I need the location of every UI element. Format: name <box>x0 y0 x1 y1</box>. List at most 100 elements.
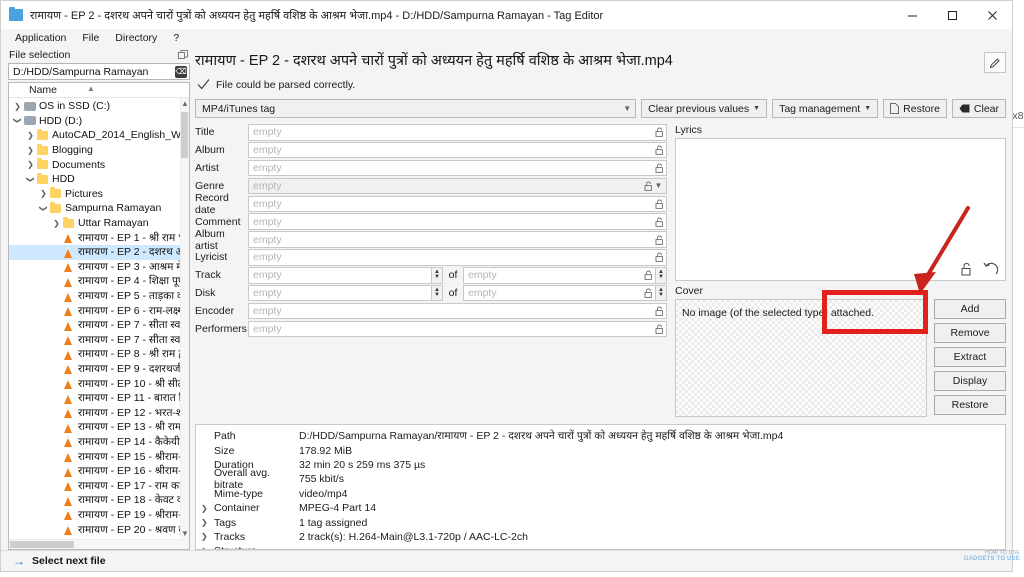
tree-item[interactable]: रामायण - EP 10 - श्री सीता-: <box>9 376 189 391</box>
tree-item[interactable]: रामायण - EP 20 - श्रवण कुम <box>9 522 189 537</box>
lyrics-textarea[interactable] <box>675 138 1006 281</box>
float-panel-icon[interactable] <box>178 50 188 60</box>
close-button[interactable] <box>972 1 1012 29</box>
lock-open-icon[interactable] <box>643 181 653 191</box>
lock-open-icon[interactable] <box>654 252 664 263</box>
tree-item[interactable]: ❯ AutoCAD_2014_English_Win_64b <box>9 128 189 143</box>
tree-item[interactable]: ❯ Uttar Ramayan <box>9 216 189 231</box>
tree-item[interactable]: रामायण - EP 19 - श्रीराम-वा <box>9 508 189 523</box>
tree-item[interactable]: रामायण - EP 3 - आश्रम में र <box>9 260 189 275</box>
tree-item[interactable]: रामायण - EP 12 - भरत-शत्रु <box>9 405 189 420</box>
tree-item[interactable]: रामायण - EP 18 - केवट का <box>9 493 189 508</box>
chevron-right-icon[interactable]: ❯ <box>51 219 62 228</box>
restore-button[interactable]: Restore <box>883 99 947 118</box>
tree-item[interactable]: ❯ OS in SSD (C:) <box>9 99 189 114</box>
chevron-down-icon[interactable]: ❯ <box>26 174 35 185</box>
edit-title-button[interactable] <box>984 52 1006 73</box>
clear-previous-values-button[interactable]: Clear previous values ▼ <box>641 99 768 118</box>
disk-total-stepper[interactable]: ▲ ▼ <box>656 284 667 302</box>
chevron-right-icon[interactable]: ❯ <box>12 102 23 111</box>
field-input-comment[interactable]: empty <box>248 213 667 230</box>
info-row[interactable]: ❯ Tags 1 tag assigned <box>196 515 1005 529</box>
tree-item[interactable]: रामायण - EP 1 - श्री राम भग <box>9 230 189 245</box>
lock-open-icon[interactable] <box>654 145 664 156</box>
cover-remove-button[interactable]: Remove <box>934 323 1006 343</box>
lock-open-icon[interactable] <box>654 217 664 227</box>
tag-type-select[interactable]: MP4/iTunes tag ▼ <box>195 99 637 118</box>
title-bar[interactable]: रामायण - EP 2 - दशरथ अपने चारों पुत्रों … <box>1 1 1012 29</box>
tree-item[interactable]: ❯ Sampurna Ramayan <box>9 201 189 216</box>
cover-restore-button[interactable]: Restore <box>934 395 1006 415</box>
tree-item[interactable]: रामायण - EP 13 - श्री राम के <box>9 420 189 435</box>
info-row[interactable]: ❯ Tracks 2 track(s): H.264-Main@L3.1-720p … <box>196 530 1005 544</box>
clear-path-icon[interactable]: ⌫ <box>175 65 187 78</box>
chevron-right-icon[interactable]: ❯ <box>201 518 214 527</box>
tree-item[interactable]: रामायण - EP 14 - कैकेयी क <box>9 435 189 450</box>
tree-vertical-scrollbar[interactable]: ▲ ▼ <box>180 98 189 539</box>
tree-item[interactable]: रामायण - EP 7 - सीता स्वयंव <box>9 333 189 348</box>
cover-extract-button[interactable]: Extract <box>934 347 1006 367</box>
tree-item[interactable]: रामायण - EP 7 - सीता स्वयंव <box>9 318 189 333</box>
tree-item[interactable]: ❯ HDD (D:) <box>9 114 189 129</box>
disk-number-stepper[interactable]: ▲ ▼ <box>432 284 443 302</box>
lock-open-icon[interactable] <box>960 262 973 276</box>
maximize-button[interactable] <box>932 1 972 29</box>
path-input[interactable]: D:/HDD/Sampurna Ramayan <box>13 66 175 78</box>
tree-item[interactable]: रामायण - EP 17 - राम का शृं <box>9 478 189 493</box>
field-input-lyricist[interactable]: empty <box>248 249 667 266</box>
path-input-bar[interactable]: D:/HDD/Sampurna Ramayan ⌫ <box>8 63 190 80</box>
tree-item[interactable]: रामायण - EP 11 - बारात वि <box>9 391 189 406</box>
track-number-stepper[interactable]: ▲ ▼ <box>432 267 443 284</box>
chevron-right-icon[interactable]: ❯ <box>201 504 214 513</box>
tree-item[interactable]: ❯ Documents <box>9 157 189 172</box>
scroll-down-icon[interactable]: ▼ <box>181 529 189 538</box>
field-input-performers[interactable]: empty <box>248 320 667 338</box>
field-input-disk-number[interactable]: empty <box>248 284 432 302</box>
tree-item[interactable]: रामायण - EP 8 - श्री राम द्वार <box>9 347 189 362</box>
lock-open-icon[interactable] <box>654 235 664 245</box>
minimize-button[interactable] <box>892 1 932 29</box>
chevron-right-icon[interactable]: ❯ <box>25 146 36 155</box>
lock-open-icon[interactable] <box>643 288 653 299</box>
track-total-stepper[interactable]: ▲ ▼ <box>656 267 667 284</box>
tree-item[interactable]: रामायण - EP 2 - दशरथ अप <box>9 244 189 260</box>
field-input-album[interactable]: empty <box>248 141 667 159</box>
field-input-album-artist[interactable]: empty <box>248 231 667 248</box>
select-next-file-button[interactable]: Select next file <box>32 555 106 567</box>
menu-item-directory[interactable]: Directory <box>108 31 166 45</box>
clear-button[interactable]: Clear <box>951 99 1006 118</box>
cover-preview[interactable]: No image (of the selected type) attached… <box>675 299 927 417</box>
chevron-down-icon[interactable]: ▼ <box>653 181 664 190</box>
undo-icon[interactable] <box>983 262 998 276</box>
tree-scrollbar-thumb[interactable] <box>181 112 188 158</box>
file-tree[interactable]: ❯ OS in SSD (C:) ❯ HDD (D:) ❯ AutoCAD_2014_En… <box>9 98 189 539</box>
file-info-panel[interactable]: Path D:/HDD/Sampurna Ramayan/रामायण - EP … <box>195 424 1006 550</box>
menu-item-application[interactable]: Application <box>8 31 75 45</box>
tree-horizontal-scrollbar[interactable] <box>9 539 189 549</box>
chevron-right-icon[interactable]: ❯ <box>38 189 49 198</box>
chevron-right-icon[interactable]: ❯ <box>201 532 214 541</box>
field-input-genre[interactable]: empty ▼ <box>248 177 667 195</box>
lock-open-icon[interactable] <box>654 306 664 316</box>
chevron-down-icon[interactable]: ❯ <box>39 203 48 214</box>
lock-open-icon[interactable] <box>654 324 664 334</box>
chevron-right-icon[interactable]: ❯ <box>25 160 36 169</box>
lock-open-icon[interactable] <box>643 270 653 281</box>
lock-open-icon[interactable] <box>654 199 664 209</box>
field-input-record-date[interactable]: empty <box>248 195 667 213</box>
field-input-artist[interactable]: empty <box>248 159 667 177</box>
tree-item[interactable]: रामायण - EP 16 - श्रीराम-सी <box>9 464 189 479</box>
field-input-title[interactable]: empty <box>248 124 667 141</box>
tree-item[interactable]: ❯ Pictures <box>9 187 189 202</box>
tree-item[interactable]: रामायण - EP 5 - ताड़का वध <box>9 289 189 304</box>
tree-hscrollbar-thumb[interactable] <box>10 541 74 548</box>
tree-item[interactable]: रामायण - EP 6 - राम-लक्ष्मण <box>9 303 189 318</box>
cover-add-button[interactable]: Add <box>934 299 1006 319</box>
field-input-track-number[interactable]: empty <box>248 267 432 284</box>
info-row[interactable]: ❯ Container MPEG-4 Part 14 <box>196 501 1005 515</box>
tree-column-header[interactable]: Name ▲ <box>9 83 189 98</box>
chevron-right-icon[interactable]: ❯ <box>25 131 36 140</box>
field-input-encoder[interactable]: empty <box>248 302 667 320</box>
cover-display-button[interactable]: Display <box>934 371 1006 391</box>
field-input-track-total[interactable]: empty <box>463 267 656 284</box>
